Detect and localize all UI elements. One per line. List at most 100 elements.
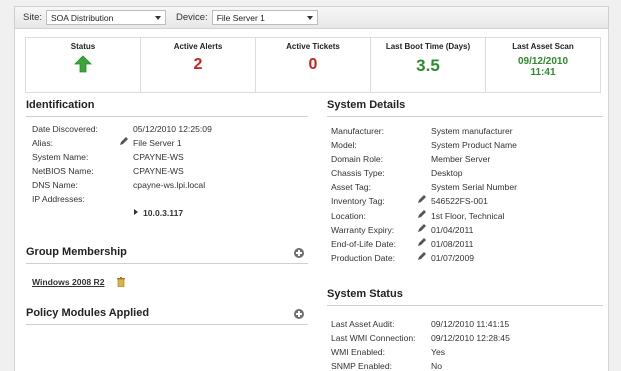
status-heading: Status bbox=[70, 42, 96, 51]
details-row: Manufacturer: System manufacturer bbox=[331, 124, 601, 138]
field-label: Warranty Expiry: bbox=[331, 224, 395, 235]
field-value: CPAYNE-WS bbox=[133, 166, 184, 177]
group-membership-title: Group Membership bbox=[26, 246, 127, 258]
chevron-down-icon bbox=[155, 16, 162, 20]
identification-list: Date Discovered: 05/12/2010 12:25:09 Ali… bbox=[32, 122, 302, 207]
field-value: 01/04/2011 bbox=[431, 224, 474, 235]
ip-address-item[interactable]: 10.0.3.117 bbox=[134, 208, 183, 218]
tickets-count: 0 bbox=[308, 56, 318, 73]
summary-stats: Status Active Alerts 2 Active Tickets 0 … bbox=[25, 37, 601, 93]
field-label: NetBIOS Name: bbox=[32, 166, 94, 177]
add-policy-icon[interactable] bbox=[294, 309, 304, 319]
field-label: Alias: bbox=[32, 138, 54, 149]
identification-title: Identification bbox=[26, 99, 95, 111]
ip-address: 10.0.3.117 bbox=[143, 208, 184, 218]
status-row: Last WMI Connection: 09/12/2010 12:28:45 bbox=[331, 331, 601, 345]
field-value: CPAYNE-WS bbox=[133, 152, 184, 163]
field-value: 05/12/2010 12:25:09 bbox=[133, 124, 212, 134]
system-details-title: System Details bbox=[327, 99, 406, 111]
scan-date: 09/12/2010 bbox=[517, 56, 569, 67]
field-label: Model: bbox=[331, 140, 357, 151]
details-row: Asset Tag: System Serial Number bbox=[331, 180, 601, 194]
pencil-icon[interactable] bbox=[119, 136, 129, 146]
divider bbox=[26, 116, 308, 117]
chevron-down-icon bbox=[306, 16, 313, 20]
identification-row: System Name: CPAYNE-WS bbox=[32, 150, 302, 164]
field-label: Date Discovered: bbox=[32, 124, 98, 134]
field-value: 1st Floor, Technical bbox=[431, 210, 505, 221]
system-details-list: Manufacturer: System manufacturer Model:… bbox=[331, 124, 601, 265]
pencil-icon[interactable] bbox=[417, 251, 427, 261]
field-label: DNS Name: bbox=[32, 180, 78, 191]
alerts-count: 2 bbox=[193, 56, 203, 73]
scan-time: 11:41 bbox=[530, 67, 556, 78]
boot-heading: Last Boot Time (Days) bbox=[385, 42, 471, 51]
identification-row: IP Addresses: bbox=[32, 192, 302, 206]
field-value: No bbox=[431, 361, 442, 371]
field-value: 09/12/2010 11:41:15 bbox=[431, 319, 510, 329]
pencil-icon[interactable] bbox=[417, 223, 427, 233]
identification-row: NetBIOS Name: CPAYNE-WS bbox=[32, 164, 302, 178]
details-row: Chassis Type: Desktop bbox=[331, 166, 601, 180]
field-value: System manufacturer bbox=[431, 126, 513, 136]
divider bbox=[327, 116, 603, 117]
field-label: Inventory Tag: bbox=[331, 196, 385, 207]
site-label: Site: bbox=[23, 12, 43, 23]
pencil-icon[interactable] bbox=[417, 209, 427, 219]
field-value: System Serial Number bbox=[431, 182, 517, 193]
field-label: Last WMI Connection: bbox=[331, 333, 416, 344]
field-label: Last Asset Audit: bbox=[331, 319, 395, 329]
status-row: WMI Enabled: Yes bbox=[331, 345, 601, 359]
add-group-icon[interactable] bbox=[294, 248, 304, 258]
stat-active-tickets[interactable]: Active Tickets 0 bbox=[256, 38, 371, 92]
field-value: Yes bbox=[431, 347, 446, 358]
system-status-title: System Status bbox=[327, 288, 403, 300]
group-link[interactable]: Windows 2008 R2 bbox=[32, 277, 105, 287]
identification-row: DNS Name: cpayne-ws.lpi.local bbox=[32, 178, 302, 192]
details-row: Inventory Tag: 546522FS-001 bbox=[331, 194, 601, 208]
boot-value: 3.5 bbox=[416, 56, 440, 75]
divider bbox=[26, 263, 308, 264]
details-row: End-of-Life Date: 01/08/2011 bbox=[331, 237, 601, 251]
site-select[interactable]: SOA Distribution bbox=[46, 10, 167, 25]
field-label: Location: bbox=[331, 210, 366, 221]
divider bbox=[327, 305, 603, 306]
field-label: End-of-Life Date: bbox=[331, 238, 396, 249]
field-label: WMI Enabled: bbox=[331, 347, 385, 358]
field-value: 01/07/2009 bbox=[431, 252, 475, 263]
field-value: File Server 1 bbox=[133, 138, 182, 149]
identification-row: Alias: File Server 1 bbox=[32, 136, 302, 150]
field-value: Member Server bbox=[431, 154, 491, 165]
status-row: Last Asset Audit: 09/12/2010 11:41:15 bbox=[331, 317, 601, 331]
field-label: Production Date: bbox=[331, 252, 396, 263]
details-row: Production Date: 01/07/2009 bbox=[331, 251, 601, 265]
field-label: IP Addresses: bbox=[32, 194, 85, 205]
details-row: Domain Role: Member Server bbox=[331, 152, 601, 166]
pencil-icon[interactable] bbox=[417, 237, 427, 247]
stat-status: Status bbox=[26, 38, 141, 92]
tickets-heading: Active Tickets bbox=[286, 42, 340, 51]
field-value: System Product Name bbox=[431, 140, 517, 151]
field-value: 09/12/2010 12:28:45 bbox=[431, 333, 510, 344]
details-row: Warranty Expiry: 01/04/2011 bbox=[331, 223, 601, 237]
device-select[interactable]: File Server 1 bbox=[211, 10, 318, 25]
field-value: 546522FS-001 bbox=[431, 196, 488, 207]
alerts-heading: Active Alerts bbox=[173, 42, 223, 51]
field-label: Asset Tag: bbox=[331, 182, 371, 193]
field-value: 01/08/2011 bbox=[431, 238, 474, 249]
up-arrow-icon bbox=[74, 55, 92, 73]
selector-bar: Site: SOA Distribution Device: File Serv… bbox=[14, 6, 609, 28]
field-label: SNMP Enabled: bbox=[331, 361, 392, 371]
field-label: Manufacturer: bbox=[331, 126, 385, 136]
stat-last-boot: Last Boot Time (Days) 3.5 bbox=[371, 38, 486, 92]
field-label: Chassis Type: bbox=[331, 168, 385, 179]
device-details-panel: Status Active Alerts 2 Active Tickets 0 … bbox=[14, 28, 609, 371]
stat-active-alerts[interactable]: Active Alerts 2 bbox=[141, 38, 256, 92]
scan-heading: Last Asset Scan bbox=[512, 42, 574, 51]
site-select-value: SOA Distribution bbox=[51, 12, 114, 23]
divider bbox=[26, 324, 308, 325]
field-value: cpayne-ws.lpi.local bbox=[133, 180, 206, 191]
trash-icon[interactable] bbox=[117, 277, 125, 287]
pencil-icon[interactable] bbox=[417, 194, 427, 204]
field-label: Domain Role: bbox=[331, 154, 384, 165]
